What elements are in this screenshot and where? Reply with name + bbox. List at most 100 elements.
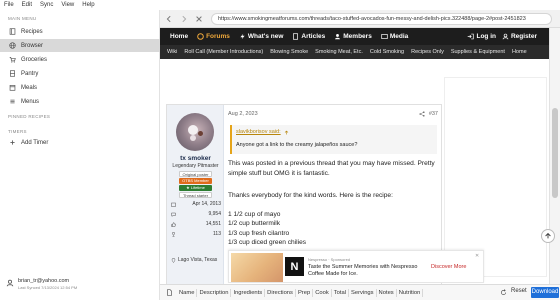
menu-view[interactable]: View — [57, 0, 78, 10]
post-number[interactable]: #37 — [429, 111, 438, 117]
sidebar-item-pantry[interactable]: Pantry — [0, 67, 160, 80]
nav-whats-new[interactable]: What's new — [239, 33, 283, 40]
post-paragraph: This was posted in a previous thread tha… — [228, 160, 435, 177]
thumbs-up-icon — [171, 221, 176, 227]
subnav-blowing-smoke[interactable]: Blowing Smoke — [270, 49, 308, 55]
location-pin-icon — [171, 257, 176, 263]
field-chip-cook[interactable]: Cook — [313, 288, 332, 297]
calendar-icon — [8, 84, 16, 92]
quote-author[interactable]: slavikborisov said: — [236, 129, 289, 135]
ad-cta[interactable]: Discover More — [431, 264, 466, 270]
sidebar-item-groceries[interactable]: Groceries — [0, 53, 160, 66]
bolt-icon — [240, 33, 245, 40]
sidebar: MAIN MENU Recipes Browser Groceries Pant… — [0, 10, 160, 300]
register-icon — [502, 33, 509, 40]
scroll-up-button[interactable] — [541, 229, 555, 243]
menu-help[interactable]: Help — [78, 0, 98, 10]
app-menubar: File Edit Sync View Help — [0, 0, 160, 10]
avatar[interactable] — [176, 113, 214, 151]
page-scrollbar[interactable] — [549, 28, 560, 284]
side-ad-slot — [444, 77, 547, 277]
stat-joined-value: Apr 14, 2013 — [192, 201, 221, 207]
ad-image — [231, 253, 283, 282]
sidebar-item-meals[interactable]: Meals — [0, 81, 160, 94]
stat-joined: Apr 14, 2013 — [171, 201, 221, 207]
post-paragraph: Thanks everybody for the kind words. Her… — [228, 192, 393, 199]
field-chip-prep[interactable]: Prep — [296, 288, 314, 297]
login-label: Log in — [476, 33, 496, 40]
login-link[interactable]: Log in — [467, 33, 496, 40]
pantry-icon — [8, 70, 16, 78]
recipe-line: 1/2 cup buttermilk — [228, 220, 281, 227]
stat-points: 113 — [171, 231, 221, 237]
stat-reactions: 14,551 — [171, 221, 221, 227]
pinned-recipes-heading: PINNED RECIPES — [8, 114, 51, 119]
subnav-home[interactable]: Home — [512, 49, 527, 55]
download-button[interactable]: Download — [531, 287, 559, 298]
user-location-text: Lago Vista, Texas — [178, 257, 218, 263]
ad-close-icon[interactable]: ✕ — [475, 253, 479, 259]
login-icon — [468, 33, 475, 40]
calendar-icon — [171, 202, 176, 207]
subnav-roll-call[interactable]: Roll Call (Member Introductions) — [184, 49, 263, 55]
last-synced: Last Synced 7/13/2024 12:54 PM — [18, 285, 78, 290]
sponsored-ad[interactable]: N Nespresso · Sponsored Taste the Summer… — [228, 250, 484, 283]
subnav-supplies[interactable]: Supplies & Equipment — [451, 49, 505, 55]
menu-sync[interactable]: Sync — [36, 0, 57, 10]
sidebar-item-label: Menus — [21, 98, 40, 105]
add-timer-button[interactable]: Add Timer — [0, 136, 160, 149]
sidebar-item-browser[interactable]: Browser — [0, 39, 160, 52]
menu-icon — [8, 98, 16, 106]
field-chip-nutrition[interactable]: Nutrition — [397, 288, 424, 297]
field-chip-ingredients[interactable]: Ingredients — [231, 288, 266, 297]
scrollbar-thumb[interactable] — [552, 108, 558, 198]
stat-messages: 9,954 — [171, 211, 221, 217]
subnav-cold-smoking[interactable]: Cold Smoking — [370, 49, 404, 55]
nav-media-label: Media — [389, 33, 409, 40]
globe-icon — [8, 42, 16, 50]
menu-file[interactable]: File — [0, 0, 18, 10]
jump-up-icon — [284, 130, 288, 134]
field-chip-name[interactable]: Name — [177, 288, 198, 297]
nav-media[interactable]: Media — [381, 33, 408, 40]
field-chip-servings[interactable]: Servings — [349, 288, 377, 297]
subnav-recipes-only[interactable]: Recipes Only — [411, 49, 444, 55]
forums-icon — [197, 33, 204, 40]
recipe-field-bar: Name Description Ingredients Directions … — [160, 284, 560, 300]
field-chip-directions[interactable]: Directions — [265, 288, 296, 297]
nav-members[interactable]: Members — [334, 33, 372, 40]
quote-block: slavikborisov said: Anyone got a link to… — [230, 125, 437, 154]
add-timer-label: Add Timer — [21, 139, 49, 146]
post-username[interactable]: tx smoker — [167, 155, 224, 162]
url-bar[interactable]: https://www.smokingmeatforums.com/thread… — [211, 12, 552, 25]
field-chip-description[interactable]: Description — [197, 288, 232, 297]
nav-articles[interactable]: Articles — [292, 33, 325, 40]
nav-forums-label: Forums — [206, 33, 230, 40]
recipe-line: 1/3 cup diced green chilies — [228, 239, 307, 246]
account-info[interactable]: brian_tr@yahoo.com Last Synced 7/13/2024… — [6, 278, 77, 290]
thread-starter-badge: Thread starter — [179, 192, 212, 198]
menu-edit[interactable]: Edit — [18, 0, 36, 10]
field-chip-total[interactable]: Total — [332, 288, 349, 297]
stat-points-value: 113 — [213, 231, 221, 237]
forward-icon[interactable] — [178, 13, 190, 25]
reset-icon — [501, 289, 506, 295]
back-icon[interactable] — [163, 13, 175, 25]
nav-home[interactable]: Home — [170, 33, 188, 40]
messages-icon — [171, 212, 176, 217]
sidebar-item-label: Browser — [21, 42, 44, 49]
share-icon[interactable] — [419, 111, 425, 117]
field-chip-notes[interactable]: Notes — [377, 288, 397, 297]
nav-forums[interactable]: Forums — [197, 33, 230, 40]
arrow-up-icon — [545, 232, 551, 239]
reset-button[interactable]: Reset — [511, 288, 527, 294]
sidebar-item-menus[interactable]: Menus — [0, 95, 160, 108]
post-date[interactable]: Aug 2, 2023 — [228, 111, 258, 117]
site-nav: Home Forums What's new Articles Members … — [160, 28, 549, 45]
register-label: Register — [510, 33, 537, 40]
subnav-wiki[interactable]: Wiki — [167, 49, 177, 55]
sidebar-item-recipes[interactable]: Recipes — [0, 25, 160, 38]
register-link[interactable]: Register — [502, 33, 537, 40]
stop-icon[interactable] — [193, 13, 205, 25]
subnav-smoking-meat[interactable]: Smoking Meat, Etc. — [315, 49, 363, 55]
